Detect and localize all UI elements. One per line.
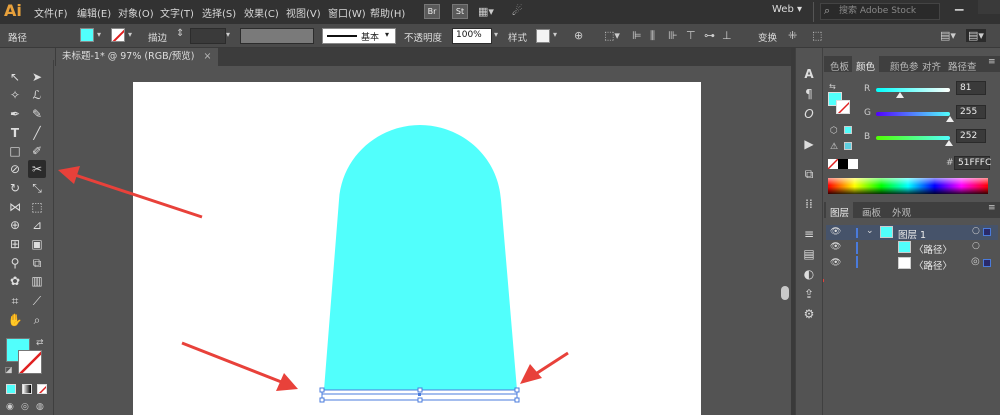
web-safe-swatch[interactable] [844,126,852,134]
properties-gear-icon[interactable]: ⚙ [801,306,817,322]
scrollbar-thumb[interactable] [781,286,789,300]
no-stroke-icon [837,101,849,113]
path-thumbnail [898,241,911,253]
cube-icon: ⬡ [830,126,838,136]
layer-color-bar [856,228,858,238]
gradient-panel-icon[interactable]: ▤ [801,246,817,262]
layer-row[interactable]: 👁 〈路径〉 ◎ [826,256,998,272]
opentype-panel-icon[interactable]: O [801,106,817,122]
gamut-swatch[interactable] [844,142,852,150]
actions-panel-icon[interactable]: ▶ [801,136,817,152]
tab-pathfinder[interactable]: 路径查 [948,59,977,73]
channel-g-input[interactable]: 255 [956,105,986,119]
selection-indicator[interactable] [983,228,991,236]
tab-color[interactable]: 颜色 [852,56,880,73]
color-spectrum[interactable] [828,178,988,194]
layer-color-bar [856,256,858,268]
channel-g-label: G [864,108,871,118]
panel-stroke-box[interactable] [836,100,850,114]
layer-row[interactable]: 👁 〈路径〉 ○ [826,240,998,256]
channel-r-thumb[interactable] [895,92,904,98]
layer-row[interactable]: 👁 ⌄ 图层 1 ○ [826,225,998,241]
channel-b-input[interactable]: 252 [956,129,986,143]
path-name[interactable]: 〈路径〉 [914,242,952,256]
panel-menu-icon[interactable]: ≡ [988,203,996,213]
no-color-icon [828,159,838,169]
stroke-panel-icon[interactable]: ≡ [801,226,817,242]
eye-icon[interactable]: 👁 [830,227,841,237]
channel-r-input[interactable]: 81 [956,81,986,95]
layer-color-bar [856,242,858,254]
channel-g-slider[interactable] [876,112,954,122]
swap-colors-icon[interactable]: ⇆ [829,82,836,91]
eye-icon[interactable]: 👁 [830,258,841,268]
white-color-button[interactable] [848,159,858,169]
channel-b-slider[interactable] [876,136,954,146]
tab-swatches[interactable]: 色板 [830,59,849,73]
hex-input[interactable]: 51FFFC [954,156,991,170]
asset-export-icon[interactable]: ⇪ [801,286,817,302]
path-thumbnail [898,257,911,269]
links-panel-icon[interactable]: ⧉ [801,166,817,182]
channel-r-slider[interactable] [876,88,950,98]
none-color-button[interactable] [828,159,838,169]
transparency-panel-icon[interactable]: ◐ [801,266,817,282]
hex-label: # [946,158,954,168]
arch-shape[interactable] [324,125,517,390]
black-color-button[interactable] [838,159,848,169]
center-point [418,393,421,396]
channel-g-thumb[interactable] [946,116,954,122]
channel-b-label: B [864,132,871,142]
eye-icon[interactable]: 👁 [830,242,841,252]
channel-b-thumb[interactable] [945,140,954,146]
tab-artboards[interactable]: 画板 [862,205,881,219]
path-name[interactable]: 〈路径〉 [914,258,952,272]
channel-r-label: R [864,84,871,94]
tab-layers[interactable]: 图层 [826,202,854,219]
tab-align[interactable]: 对齐 [922,59,941,73]
align-panel-icon[interactable]: ⁞⁞ [801,196,817,212]
layer-thumbnail [880,226,893,238]
character-panel-icon[interactable]: A [801,66,817,82]
target-selected-icon[interactable]: ◎ [971,256,980,267]
panel-menu-icon[interactable]: ≡ [988,57,996,67]
tab-color-guide[interactable]: 颜色参 [890,59,919,73]
spectrum-shade [828,178,988,194]
warning-icon: ⚠ [830,142,839,152]
tab-appearance[interactable]: 外观 [892,205,911,219]
target-icon[interactable]: ○ [972,226,980,236]
layer-name[interactable]: 图层 1 [898,227,926,241]
selection-indicator[interactable] [983,259,991,267]
paragraph-panel-icon[interactable]: ¶ [801,86,817,102]
target-icon[interactable]: ○ [972,241,980,251]
chevron-down-icon[interactable]: ⌄ [866,226,874,236]
